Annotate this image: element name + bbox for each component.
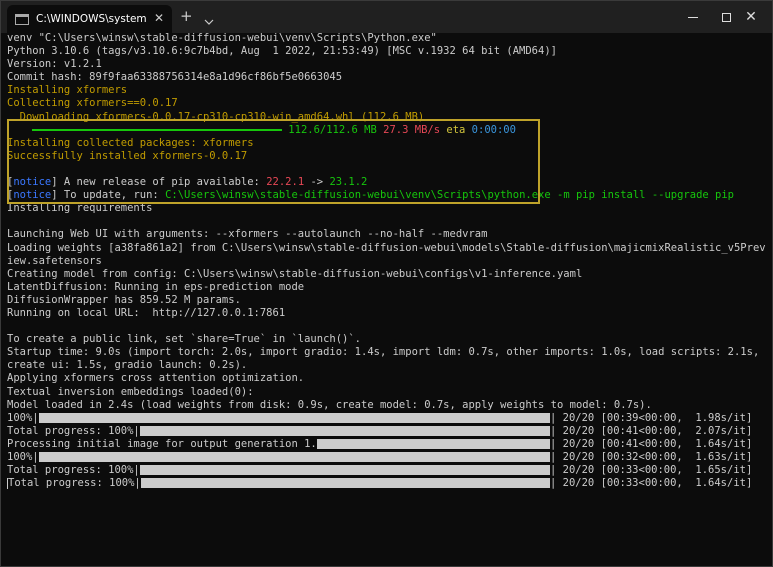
progress-stats: | 20/20 [00:33<00:00, 1.64s/it] <box>550 477 753 490</box>
output-line: Installing xformers <box>7 84 128 97</box>
progress-stats: | 20/20 [00:39<00:00, 1.98s/it] <box>550 411 753 424</box>
output-line: Model loaded in 2.4s (load weights from … <box>7 398 652 411</box>
progress-stats: | 20/20 [00:32<00:00, 1.63s/it] <box>550 451 753 463</box>
progress-bar <box>139 465 550 476</box>
tab-title: C:\WINDOWS\system32\cmd.exe <box>36 13 146 25</box>
progress-line: Processing initial image for output gene… <box>7 438 767 451</box>
output-line: Launching Web UI with arguments: --xform… <box>7 228 488 241</box>
output-line: Installing requirements <box>7 202 153 215</box>
output-line: DiffusionWrapper has 859.52 M params. <box>7 293 241 306</box>
progress-stats: | 20/20 [00:41<00:00, 1.64s/it] <box>550 437 753 450</box>
output-line: Creating model from config: C:\Users\win… <box>7 267 583 280</box>
progress-label: Total progress: 100%| <box>7 464 140 477</box>
output-line: LatentDiffusion: Running in eps-predicti… <box>7 280 305 293</box>
progress-line: Total progress: 100%| | 20/20 [00:33<00:0… <box>7 464 767 477</box>
progress-stats: | 20/20 [00:33<00:00, 1.65s/it] <box>550 464 753 477</box>
highlight-box <box>7 119 540 204</box>
progress-bar <box>38 452 550 462</box>
output-line: Startup time: 9.0s (import torch: 2.0s, … <box>7 346 760 359</box>
progress-line: 100%| | 20/20 [00:32<00:00, 1.63s/it] <box>7 451 767 464</box>
terminal-output[interactable]: venv "C:\Users\winsw\stable-diffusion-we… <box>7 32 767 490</box>
output-line: create ui: 1.5s, gradio launch: 0.2s). <box>7 359 248 372</box>
progress-line: Total progress: 100%| | 20/20 [00:33<00:0… <box>7 477 767 490</box>
output-line: Commit hash: 89f9faa63388756314e8a1d96cf… <box>7 71 343 84</box>
output-line: Python 3.10.6 (tags/v3.10.6:9c7b4bd, Aug… <box>7 45 557 58</box>
plus-icon[interactable]: + <box>180 7 193 25</box>
output-line: venv "C:\Users\winsw\stable-diffusion-we… <box>7 32 437 44</box>
output-line: Applying xformers cross attention optimi… <box>7 372 305 385</box>
close-button[interactable]: ✕ <box>729 1 773 33</box>
minimize-icon <box>688 16 698 18</box>
close-icon: ✕ <box>745 9 757 25</box>
progress-bar <box>139 425 550 436</box>
output-line: Textual inversion embeddings loaded(0): <box>7 385 254 398</box>
terminal-window: C:\WINDOWS\system32\cmd.exe ✕ + ✕ venv "… <box>0 0 773 567</box>
progress-bar <box>140 478 550 489</box>
progress-line: 100%| | 20/20 [00:39<00:00, 1.98s/it] <box>7 412 767 425</box>
output-line: Collecting xformers==0.0.17 <box>7 97 178 110</box>
output-line: iew.safetensors <box>7 254 102 267</box>
progress-label: Total progress: 100%| <box>7 424 140 437</box>
output-line: To create a public link, set `share=True… <box>7 333 362 346</box>
progress-bar <box>316 438 550 449</box>
progress-stats: | 20/20 [00:41<00:00, 2.07s/it] <box>550 424 753 437</box>
progress-line: Total progress: 100%| | 20/20 [00:41<00:0… <box>7 425 767 438</box>
progress-label: Processing initial image for output gene… <box>7 437 317 450</box>
chevron-down-icon[interactable] <box>202 10 216 29</box>
title-bar: C:\WINDOWS\system32\cmd.exe ✕ + ✕ <box>1 1 772 33</box>
progress-label: 100%| <box>7 451 39 463</box>
progress-bar <box>38 412 550 423</box>
chevron-down-glyph <box>204 19 214 25</box>
tab-cmd[interactable]: C:\WINDOWS\system32\cmd.exe ✕ <box>7 5 172 33</box>
progress-label: 100%| <box>7 411 39 424</box>
output-line: Version: v1.2.1 <box>7 58 102 71</box>
tab-close-icon[interactable]: ✕ <box>154 11 164 25</box>
progress-label: Total progress: 100%| <box>8 477 141 490</box>
output-line: Running on local URL: http://127.0.0.1:7… <box>7 306 286 319</box>
terminal-icon <box>15 13 29 25</box>
output-line: Loading weights [a38fa861a2] from C:\Use… <box>7 241 766 254</box>
